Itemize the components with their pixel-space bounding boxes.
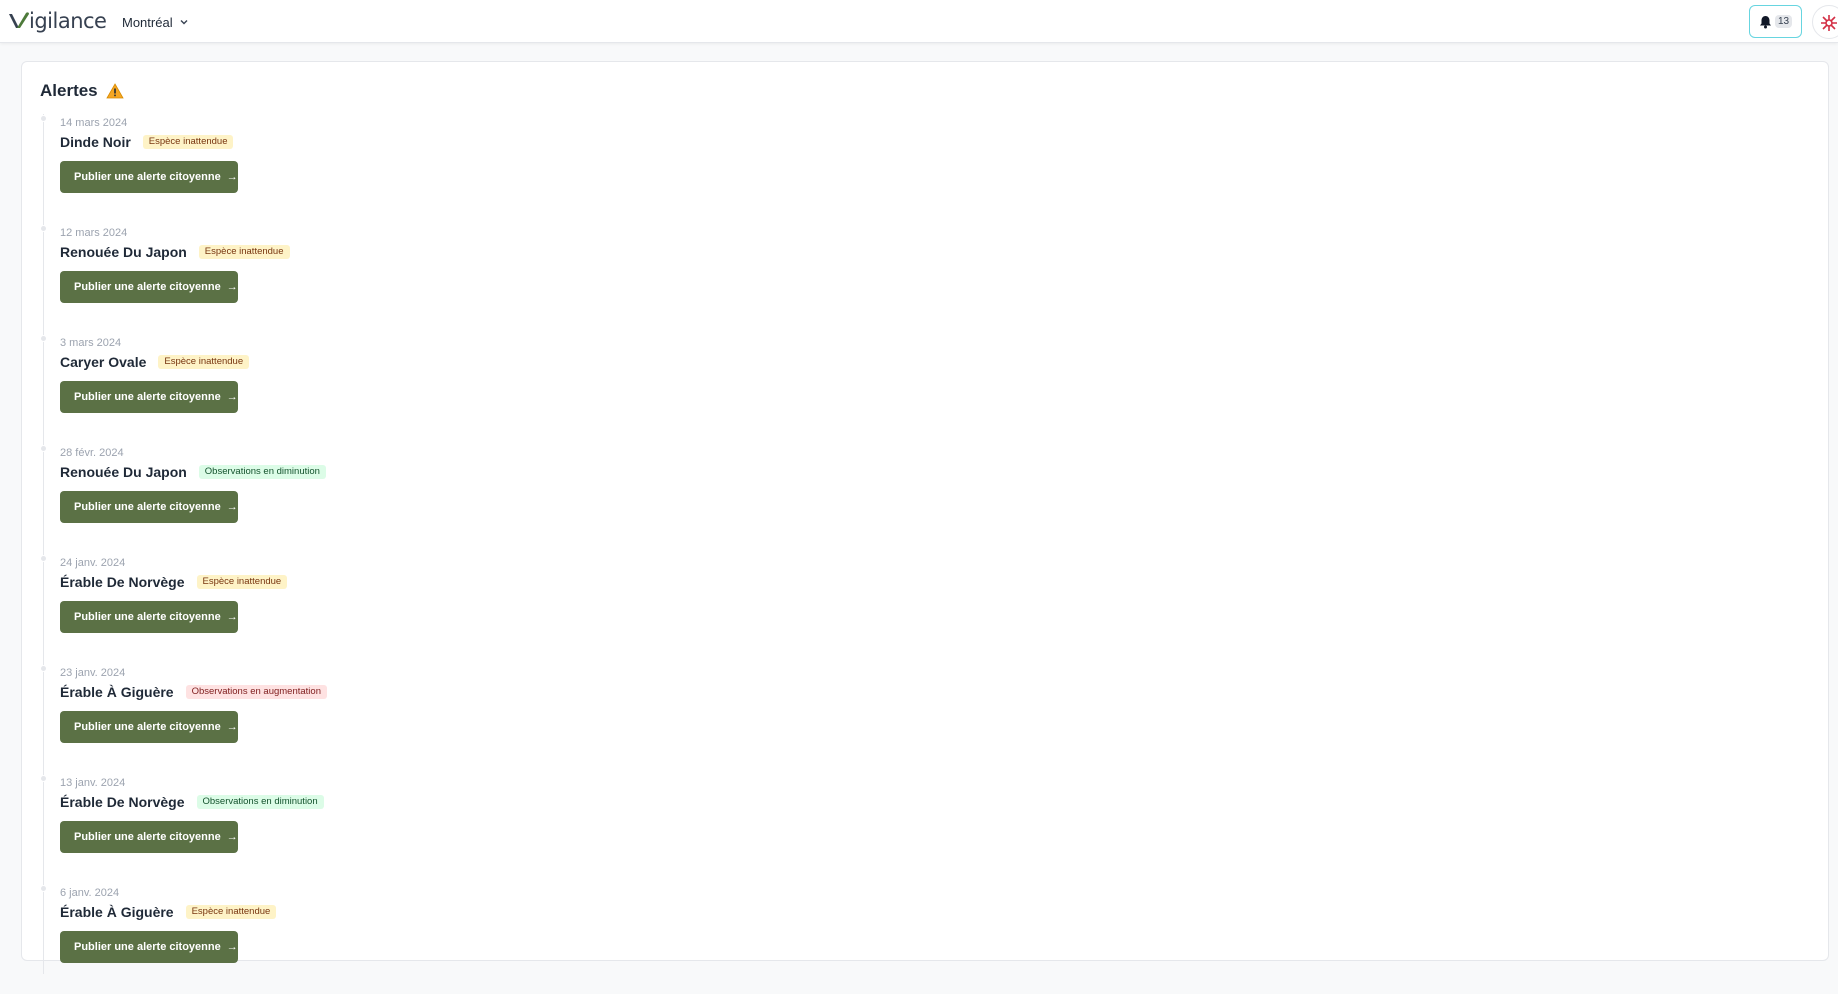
alert-status-badge: Espèce inattendue <box>142 135 234 149</box>
top-navbar: igilance Montréal 13 <box>0 0 1838 43</box>
publish-button-label: Publier une alerte citoyenne <box>74 831 221 843</box>
publish-citizen-alert-button[interactable]: Publier une alerte citoyenne → <box>60 711 238 743</box>
arrow-right-icon: → <box>226 171 238 183</box>
timeline-dot <box>40 445 47 452</box>
timeline-dot <box>40 335 47 342</box>
alert-item: 6 janv. 2024 Érable À Giguère Espèce ina… <box>40 884 740 994</box>
alert-item: 14 mars 2024 Dinde Noir Espèce inattendu… <box>40 114 740 224</box>
city-selector-label: Montréal <box>122 14 173 30</box>
alert-species-name: Érable À Giguère <box>60 904 174 920</box>
alerts-card: Alertes 14 mars 2024 Dinde Noir Espèce i… <box>21 61 1829 974</box>
publish-citizen-alert-button[interactable]: Publier une alerte citoyenne → <box>60 271 238 303</box>
publish-citizen-alert-button[interactable]: Publier une alerte citoyenne → <box>60 821 238 853</box>
alert-status-badge: Espèce inattendue <box>158 355 250 369</box>
alert-date: 28 févr. 2024 <box>60 447 124 459</box>
publish-button-label: Publier une alerte citoyenne <box>74 171 221 183</box>
alert-item: 24 janv. 2024 Érable De Norvège Espèce i… <box>40 554 740 664</box>
alert-species-name: Renouée Du Japon <box>60 244 187 260</box>
alert-item: 28 févr. 2024 Renouée Du Japon Observati… <box>40 444 740 554</box>
timeline-dot <box>40 775 47 782</box>
warning-icon <box>105 83 124 99</box>
publish-citizen-alert-button[interactable]: Publier une alerte citoyenne → <box>60 161 238 193</box>
publish-button-label: Publier une alerte citoyenne <box>74 611 221 623</box>
arrow-right-icon: → <box>226 721 238 733</box>
publish-button-label: Publier une alerte citoyenne <box>74 721 221 733</box>
alert-item: 3 mars 2024 Caryer Ovale Espèce inattend… <box>40 334 740 444</box>
vigilance-logo-icon <box>9 12 29 28</box>
timeline-dot <box>40 885 47 892</box>
notifications-button[interactable]: 13 <box>1749 5 1802 38</box>
alert-status-badge: Observations en diminution <box>198 465 326 479</box>
alert-status-badge: Observations en diminution <box>196 795 324 809</box>
logo-text: igilance <box>29 9 107 33</box>
montreal-logo-icon <box>1821 15 1837 31</box>
publish-button-label: Publier une alerte citoyenne <box>74 941 221 953</box>
arrow-right-icon: → <box>226 831 238 843</box>
alert-species-name: Érable De Norvège <box>60 794 185 810</box>
alert-status-badge: Espèce inattendue <box>198 245 290 259</box>
arrow-right-icon: → <box>226 501 238 513</box>
alert-date: 24 janv. 2024 <box>60 557 126 569</box>
publish-citizen-alert-button[interactable]: Publier une alerte citoyenne → <box>60 931 238 963</box>
arrow-right-icon: → <box>226 611 238 623</box>
notification-count-badge: 13 <box>1774 15 1793 28</box>
publish-citizen-alert-button[interactable]: Publier une alerte citoyenne → <box>60 491 238 523</box>
publish-button-label: Publier une alerte citoyenne <box>74 281 221 293</box>
timeline-dot <box>40 555 47 562</box>
alert-species-name: Dinde Noir <box>60 134 131 150</box>
alert-date: 23 janv. 2024 <box>60 667 126 679</box>
arrow-right-icon: → <box>226 941 238 953</box>
alert-status-badge: Espèce inattendue <box>185 905 277 919</box>
alert-species-name: Renouée Du Japon <box>60 464 187 480</box>
alert-date: 13 janv. 2024 <box>60 777 126 789</box>
alert-species-name: Érable À Giguère <box>60 684 174 700</box>
alert-date: 14 mars 2024 <box>60 117 128 129</box>
alerts-timeline: 14 mars 2024 Dinde Noir Espèce inattendu… <box>40 114 740 994</box>
alert-item: 13 janv. 2024 Érable De Norvège Observat… <box>40 774 740 884</box>
alert-date: 12 mars 2024 <box>60 227 128 239</box>
alerts-title-text: Alertes <box>40 81 98 100</box>
alert-date: 6 janv. 2024 <box>60 887 120 899</box>
timeline-dot <box>40 665 47 672</box>
city-selector[interactable]: Montréal <box>122 12 189 32</box>
publish-button-label: Publier une alerte citoyenne <box>74 391 221 403</box>
alert-species-name: Érable De Norvège <box>60 574 185 590</box>
arrow-right-icon: → <box>226 281 238 293</box>
publish-citizen-alert-button[interactable]: Publier une alerte citoyenne → <box>60 381 238 413</box>
user-avatar[interactable] <box>1812 5 1838 39</box>
alerts-title: Alertes <box>40 81 124 101</box>
publish-button-label: Publier une alerte citoyenne <box>74 501 221 513</box>
arrow-right-icon: → <box>226 391 238 403</box>
alert-date: 3 mars 2024 <box>60 337 122 349</box>
bell-icon <box>1759 15 1771 28</box>
alert-item: 23 janv. 2024 Érable À Giguère Observati… <box>40 664 740 774</box>
alert-item: 12 mars 2024 Renouée Du Japon Espèce ina… <box>40 224 740 334</box>
timeline-dot <box>40 115 47 122</box>
alert-status-badge: Observations en augmentation <box>185 685 327 699</box>
timeline-dot <box>40 225 47 232</box>
alert-status-badge: Espèce inattendue <box>196 575 288 589</box>
alert-species-name: Caryer Ovale <box>60 354 147 370</box>
chevron-down-icon <box>180 20 188 25</box>
publish-citizen-alert-button[interactable]: Publier une alerte citoyenne → <box>60 601 238 633</box>
vigilance-logo[interactable]: igilance <box>8 9 107 33</box>
